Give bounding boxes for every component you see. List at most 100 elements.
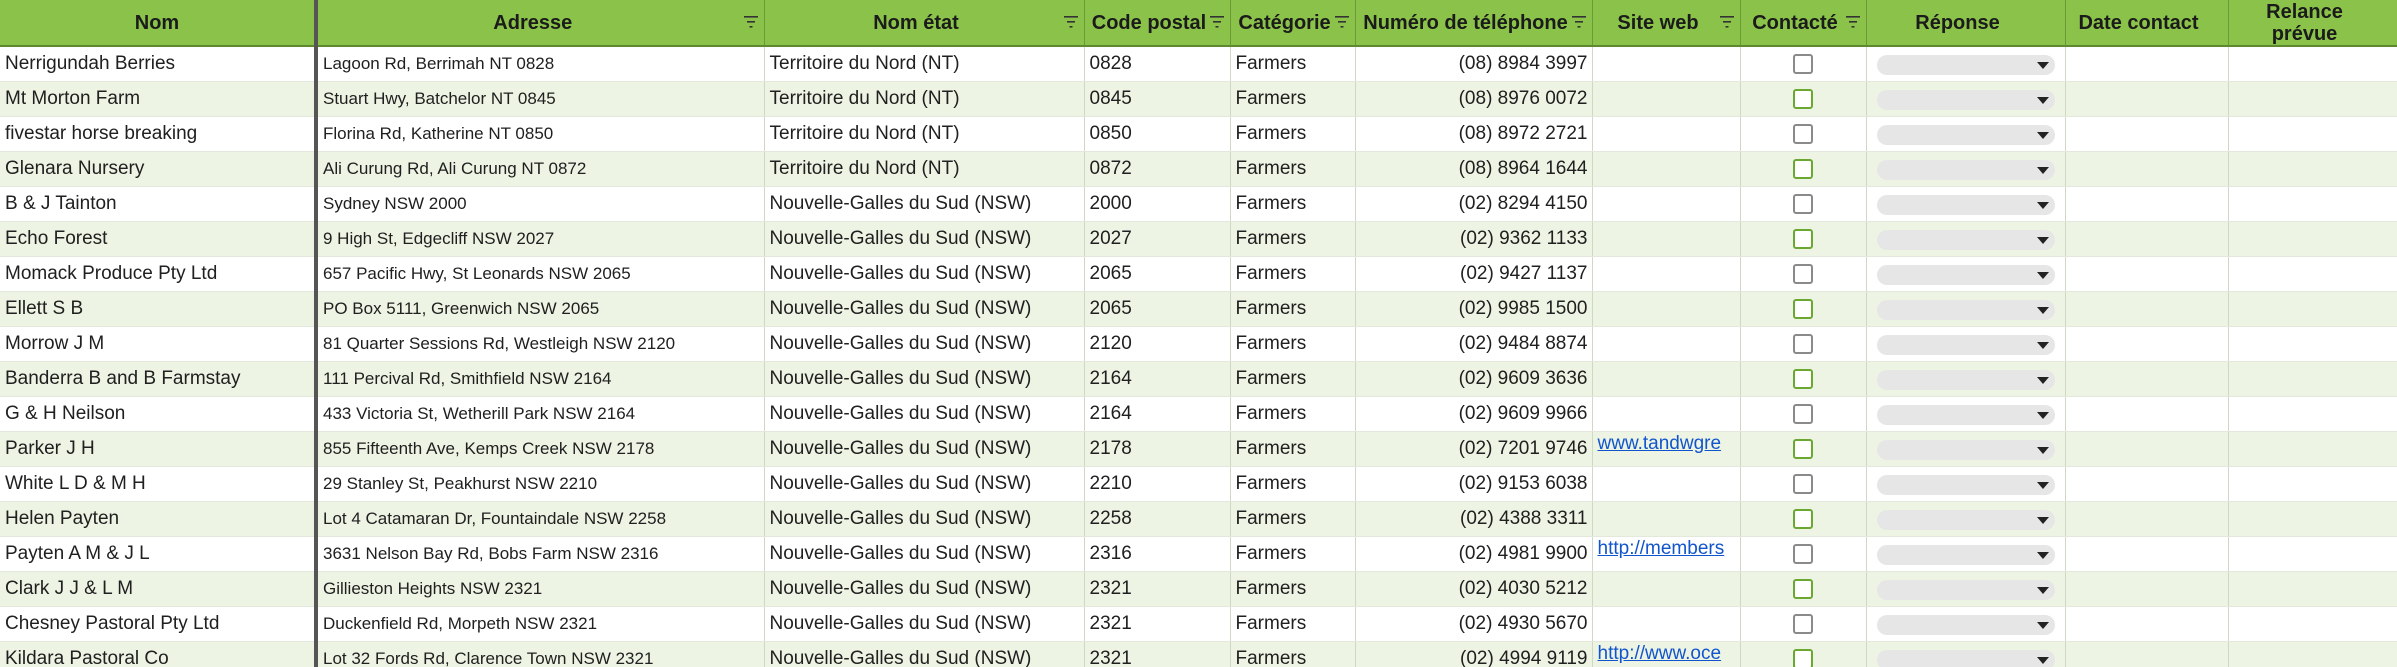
cell-tel[interactable]: (08) 8964 1644	[1355, 151, 1593, 187]
cell-adresse[interactable]: Gillieston Heights NSW 2321	[316, 571, 765, 607]
cell-cat[interactable]: Farmers	[1230, 116, 1356, 152]
contacted-checkbox[interactable]	[1793, 193, 1813, 214]
cell-relance-prevue[interactable]	[2228, 291, 2397, 327]
cell-etat[interactable]: Nouvelle-Galles du Sud (NSW)	[764, 186, 1085, 222]
contacted-checkbox[interactable]	[1793, 263, 1813, 284]
cell-etat[interactable]: Nouvelle-Galles du Sud (NSW)	[764, 501, 1085, 537]
filter-icon[interactable]	[1334, 16, 1349, 28]
response-dropdown[interactable]	[1876, 54, 2055, 75]
cell-web[interactable]	[1592, 46, 1741, 82]
cell-nom[interactable]: Mt Morton Farm	[0, 81, 318, 117]
cell-etat[interactable]: Nouvelle-Galles du Sud (NSW)	[764, 571, 1085, 607]
cell-tel[interactable]: (02) 4930 5670	[1355, 606, 1593, 642]
cell-relance-prevue[interactable]	[2228, 151, 2397, 187]
contacted-checkbox[interactable]	[1793, 613, 1813, 634]
cell-tel[interactable]: (02) 7201 9746	[1355, 431, 1593, 467]
cell-date-contact[interactable]	[2065, 46, 2229, 82]
cell-cat[interactable]: Farmers	[1230, 431, 1356, 467]
cell-relance-prevue[interactable]	[2228, 116, 2397, 152]
cell-cp[interactable]: 0845	[1084, 81, 1231, 117]
cell-nom[interactable]: Helen Payten	[0, 501, 318, 537]
response-dropdown[interactable]	[1876, 404, 2055, 425]
cell-cp[interactable]: 2000	[1084, 186, 1231, 222]
contacted-checkbox[interactable]	[1793, 298, 1813, 319]
cell-date-contact[interactable]	[2065, 431, 2229, 467]
cell-adresse[interactable]: 111 Percival Rd, Smithfield NSW 2164	[316, 361, 765, 397]
cell-web[interactable]	[1592, 396, 1741, 432]
cell-adresse[interactable]: Duckenfield Rd, Morpeth NSW 2321	[316, 606, 765, 642]
cell-nom[interactable]: Banderra B and B Farmstay	[0, 361, 318, 397]
cell-web[interactable]	[1592, 256, 1741, 292]
website-link[interactable]: http://www.oce	[1598, 643, 1722, 664]
cell-adresse[interactable]: PO Box 5111, Greenwich NSW 2065	[316, 291, 765, 327]
cell-cat[interactable]: Farmers	[1230, 571, 1356, 607]
cell-web[interactable]	[1592, 81, 1741, 117]
cell-adresse[interactable]: Ali Curung Rd, Ali Curung NT 0872	[316, 151, 765, 187]
cell-cp[interactable]: 2120	[1084, 326, 1231, 362]
cell-cp[interactable]: 2178	[1084, 431, 1231, 467]
cell-cp[interactable]: 2065	[1084, 291, 1231, 327]
cell-nom[interactable]: White L D & M H	[0, 466, 318, 502]
filter-icon[interactable]	[1063, 16, 1078, 28]
response-dropdown[interactable]	[1876, 159, 2055, 180]
website-link[interactable]: http://members	[1598, 538, 1725, 559]
column-header-2[interactable]: Nom état	[764, 0, 1085, 47]
cell-etat[interactable]: Nouvelle-Galles du Sud (NSW)	[764, 466, 1085, 502]
cell-etat[interactable]: Nouvelle-Galles du Sud (NSW)	[764, 256, 1085, 292]
cell-nom[interactable]: B & J Tainton	[0, 186, 318, 222]
cell-etat[interactable]: Nouvelle-Galles du Sud (NSW)	[764, 291, 1085, 327]
response-dropdown[interactable]	[1876, 89, 2055, 110]
cell-tel[interactable]: (02) 9362 1133	[1355, 221, 1593, 257]
cell-cp[interactable]: 2321	[1084, 641, 1231, 667]
cell-relance-prevue[interactable]	[2228, 606, 2397, 642]
cell-tel[interactable]: (02) 4994 9119	[1355, 641, 1593, 667]
filter-icon[interactable]	[1209, 16, 1224, 28]
response-dropdown[interactable]	[1876, 229, 2055, 250]
cell-date-contact[interactable]	[2065, 186, 2229, 222]
cell-cat[interactable]: Farmers	[1230, 186, 1356, 222]
cell-web[interactable]	[1592, 361, 1741, 397]
cell-tel[interactable]: (02) 9484 8874	[1355, 326, 1593, 362]
cell-relance-prevue[interactable]	[2228, 536, 2397, 572]
cell-cat[interactable]: Farmers	[1230, 536, 1356, 572]
contacted-checkbox[interactable]	[1793, 53, 1813, 74]
cell-adresse[interactable]: Stuart Hwy, Batchelor NT 0845	[316, 81, 765, 117]
filter-icon[interactable]	[1571, 16, 1586, 28]
cell-date-contact[interactable]	[2065, 466, 2229, 502]
response-dropdown[interactable]	[1876, 649, 2055, 667]
cell-relance-prevue[interactable]	[2228, 466, 2397, 502]
cell-date-contact[interactable]	[2065, 536, 2229, 572]
cell-cp[interactable]: 2210	[1084, 466, 1231, 502]
cell-relance-prevue[interactable]	[2228, 256, 2397, 292]
column-header-10[interactable]: Relance prévue	[2228, 0, 2397, 47]
response-dropdown[interactable]	[1876, 509, 2055, 530]
cell-etat[interactable]: Territoire du Nord (NT)	[764, 46, 1085, 82]
filter-icon[interactable]	[743, 16, 758, 28]
contacted-checkbox[interactable]	[1793, 543, 1813, 564]
column-header-4[interactable]: Catégorie	[1230, 0, 1356, 47]
cell-relance-prevue[interactable]	[2228, 81, 2397, 117]
cell-tel[interactable]: (02) 9153 6038	[1355, 466, 1593, 502]
cell-relance-prevue[interactable]	[2228, 186, 2397, 222]
cell-cp[interactable]: 0872	[1084, 151, 1231, 187]
cell-relance-prevue[interactable]	[2228, 326, 2397, 362]
cell-etat[interactable]: Territoire du Nord (NT)	[764, 81, 1085, 117]
cell-etat[interactable]: Nouvelle-Galles du Sud (NSW)	[764, 536, 1085, 572]
cell-adresse[interactable]: Lagoon Rd, Berrimah NT 0828	[316, 46, 765, 82]
column-header-1[interactable]: Adresse	[316, 0, 765, 47]
contacted-checkbox[interactable]	[1793, 508, 1813, 529]
response-dropdown[interactable]	[1876, 264, 2055, 285]
cell-etat[interactable]: Nouvelle-Galles du Sud (NSW)	[764, 326, 1085, 362]
cell-nom[interactable]: Kildara Pastoral Co	[0, 641, 318, 667]
cell-cp[interactable]: 2065	[1084, 256, 1231, 292]
website-link[interactable]: www.tandwgre	[1598, 433, 1722, 454]
cell-tel[interactable]: (02) 9609 9966	[1355, 396, 1593, 432]
cell-nom[interactable]: fivestar horse breaking	[0, 116, 318, 152]
cell-etat[interactable]: Nouvelle-Galles du Sud (NSW)	[764, 396, 1085, 432]
response-dropdown[interactable]	[1876, 299, 2055, 320]
cell-web[interactable]	[1592, 326, 1741, 362]
filter-icon[interactable]	[1719, 16, 1734, 28]
response-dropdown[interactable]	[1876, 439, 2055, 460]
cell-relance-prevue[interactable]	[2228, 641, 2397, 667]
cell-cat[interactable]: Farmers	[1230, 256, 1356, 292]
